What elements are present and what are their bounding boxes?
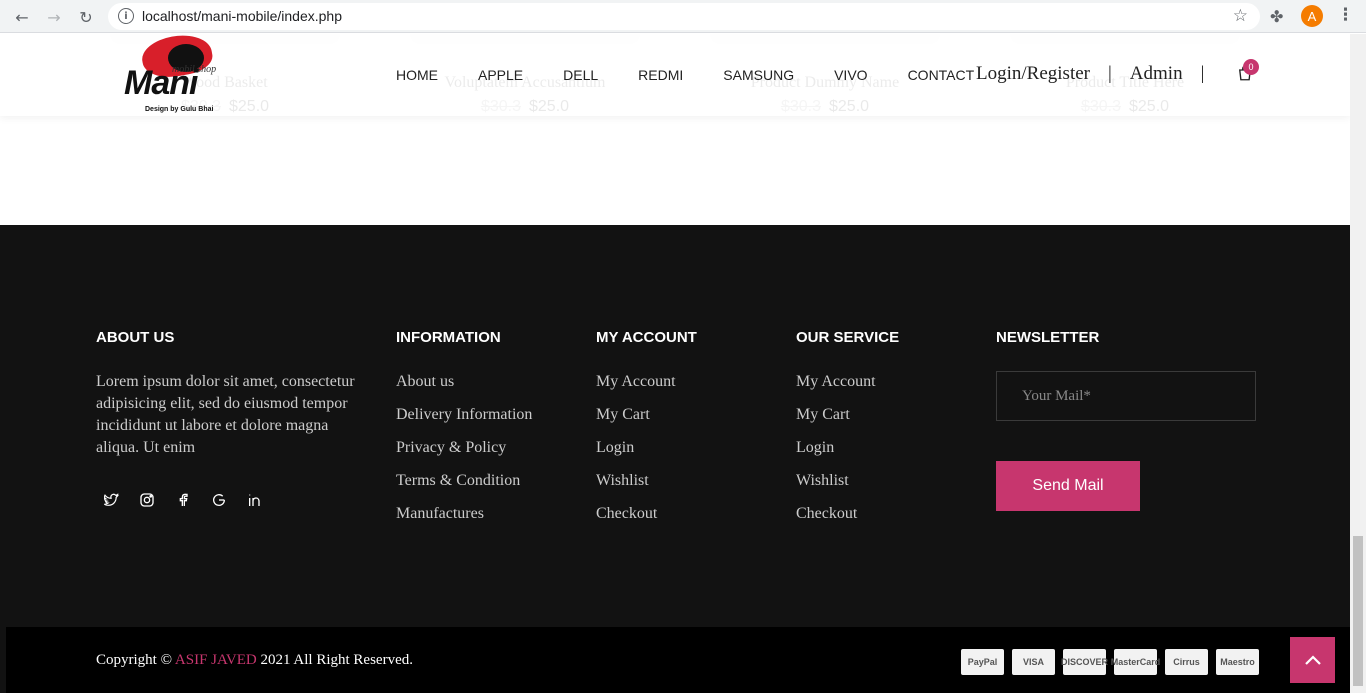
about-text: Lorem ipsum dolor sit amet, consectetur … bbox=[96, 373, 355, 456]
footer-link[interactable]: Manufactures bbox=[396, 503, 532, 536]
newsletter-heading: NEWSLETTER bbox=[996, 329, 1100, 346]
site-footer: ABOUT US Lorem ipsum dolor sit amet, con… bbox=[0, 225, 1350, 693]
send-mail-button[interactable]: Send Mail bbox=[996, 461, 1140, 511]
social-links bbox=[100, 489, 280, 511]
my-account-links: My Account My Cart Login Wishlist Checkout bbox=[596, 371, 676, 536]
footer-link[interactable]: Delivery Information bbox=[396, 404, 532, 437]
site-header: Mani mobil shop Design by Gulu Bhai HOME… bbox=[0, 34, 1350, 116]
admin-link[interactable]: Admin bbox=[1130, 63, 1183, 84]
account-links: Login/Register | Admin | bbox=[976, 63, 1222, 85]
our-service-heading: OUR SERVICE bbox=[796, 329, 900, 346]
twitter-icon[interactable] bbox=[100, 489, 122, 511]
footer-link[interactable]: My Account bbox=[596, 371, 676, 404]
newsletter-email-input[interactable]: Your Mail* bbox=[996, 371, 1256, 421]
menu-item-apple[interactable]: APPLE bbox=[478, 67, 523, 83]
footer-link[interactable]: Terms & Condition bbox=[396, 470, 532, 503]
instagram-icon[interactable] bbox=[136, 489, 158, 511]
menu-item-dell[interactable]: DELL bbox=[563, 67, 598, 83]
bookmark-star-icon[interactable]: ☆ bbox=[1233, 6, 1248, 26]
our-service-links: My Account My Cart Login Wishlist Checkout bbox=[796, 371, 876, 536]
menu-item-contact[interactable]: CONTACT bbox=[908, 67, 975, 83]
payment-methods: PayPal VISA DISCOVER MasterCard Cirrus Maestr… bbox=[961, 649, 1267, 675]
footer-link[interactable]: Checkout bbox=[796, 503, 876, 536]
copyright-suffix: 2021 All Right Reserved. bbox=[260, 652, 414, 668]
menu-item-redmi[interactable]: REDMI bbox=[638, 67, 683, 83]
extensions-icon[interactable]: ✤ bbox=[1270, 7, 1283, 26]
linkedin-icon[interactable] bbox=[244, 489, 266, 511]
payment-maestro-icon: Maestro bbox=[1216, 649, 1259, 675]
footer-link[interactable]: My Cart bbox=[596, 404, 676, 437]
about-heading: ABOUT US bbox=[96, 329, 175, 346]
payment-paypal-icon: PayPal bbox=[961, 649, 1004, 675]
footer-link[interactable]: Privacy & Policy bbox=[396, 437, 532, 470]
browser-menu-icon[interactable]: ⋮ bbox=[1337, 5, 1354, 25]
facebook-icon[interactable] bbox=[172, 489, 194, 511]
menu-item-samsung[interactable]: SAMSUNG bbox=[723, 67, 794, 83]
menu-item-vivo[interactable]: VIVO bbox=[834, 67, 867, 83]
cart-count-badge: 0 bbox=[1243, 59, 1259, 75]
page-scrollbar[interactable] bbox=[1350, 34, 1366, 693]
browser-toolbar: ← → ↻ i localhost/mani-mobile/index.php … bbox=[0, 0, 1366, 33]
scrollbar-thumb[interactable] bbox=[1353, 536, 1363, 686]
site-info-icon[interactable]: i bbox=[118, 8, 134, 24]
chevron-up-icon bbox=[1304, 655, 1321, 665]
footer-link[interactable]: Wishlist bbox=[596, 470, 676, 503]
payment-mastercard-icon: MasterCard bbox=[1111, 649, 1160, 675]
login-register-link[interactable]: Login/Register bbox=[976, 63, 1090, 84]
back-arrow-icon[interactable]: ← bbox=[11, 6, 33, 28]
copyright-text: Copyright © ASIF JAVED 2021 All Right Re… bbox=[96, 652, 413, 669]
footer-link[interactable]: Checkout bbox=[596, 503, 676, 536]
footer-link[interactable]: Wishlist bbox=[796, 470, 876, 503]
logo-credit: Design by Gulu Bhai bbox=[145, 106, 214, 113]
profile-avatar[interactable]: A bbox=[1301, 5, 1323, 27]
footer-link[interactable]: About us bbox=[396, 371, 532, 404]
payment-visa-icon: VISA bbox=[1012, 649, 1055, 675]
footer-link[interactable]: My Cart bbox=[796, 404, 876, 437]
footer-link[interactable]: My Account bbox=[796, 371, 876, 404]
separator: | bbox=[1200, 63, 1205, 84]
payment-cirrus-icon: Cirrus bbox=[1165, 649, 1208, 675]
forward-arrow-icon[interactable]: → bbox=[43, 6, 65, 28]
separator: | bbox=[1107, 63, 1112, 84]
address-bar[interactable]: i localhost/mani-mobile/index.php ☆ bbox=[108, 3, 1260, 30]
google-icon[interactable] bbox=[208, 489, 230, 511]
footer-link[interactable]: Login bbox=[796, 437, 876, 470]
url-text[interactable]: localhost/mani-mobile/index.php bbox=[142, 8, 342, 24]
footer-bottom-bar: Copyright © ASIF JAVED 2021 All Right Re… bbox=[6, 627, 1350, 693]
information-links: About us Delivery Information Privacy & Po… bbox=[396, 371, 532, 536]
reload-icon[interactable]: ↻ bbox=[75, 6, 97, 28]
logo-tagline: mobil shop bbox=[172, 64, 217, 75]
menu-item-home[interactable]: HOME bbox=[396, 67, 438, 83]
copyright-author-link[interactable]: ASIF JAVED bbox=[175, 652, 257, 668]
footer-link[interactable]: Login bbox=[596, 437, 676, 470]
page-viewport: Wood Basket$30.3$25.0Voluptatem Accusant… bbox=[0, 34, 1350, 693]
copyright-prefix: Copyright © bbox=[96, 652, 172, 668]
my-account-heading: MY ACCOUNT bbox=[596, 329, 697, 346]
main-menu: HOME APPLE DELL REDMI SAMSUNG VIVO CONTACT bbox=[396, 67, 1014, 83]
information-heading: INFORMATION bbox=[396, 329, 501, 346]
site-logo[interactable]: Mani mobil shop Design by Gulu Bhai bbox=[120, 34, 230, 116]
back-to-top-button[interactable] bbox=[1290, 637, 1335, 683]
payment-discover-icon: DISCOVER bbox=[1061, 649, 1108, 675]
